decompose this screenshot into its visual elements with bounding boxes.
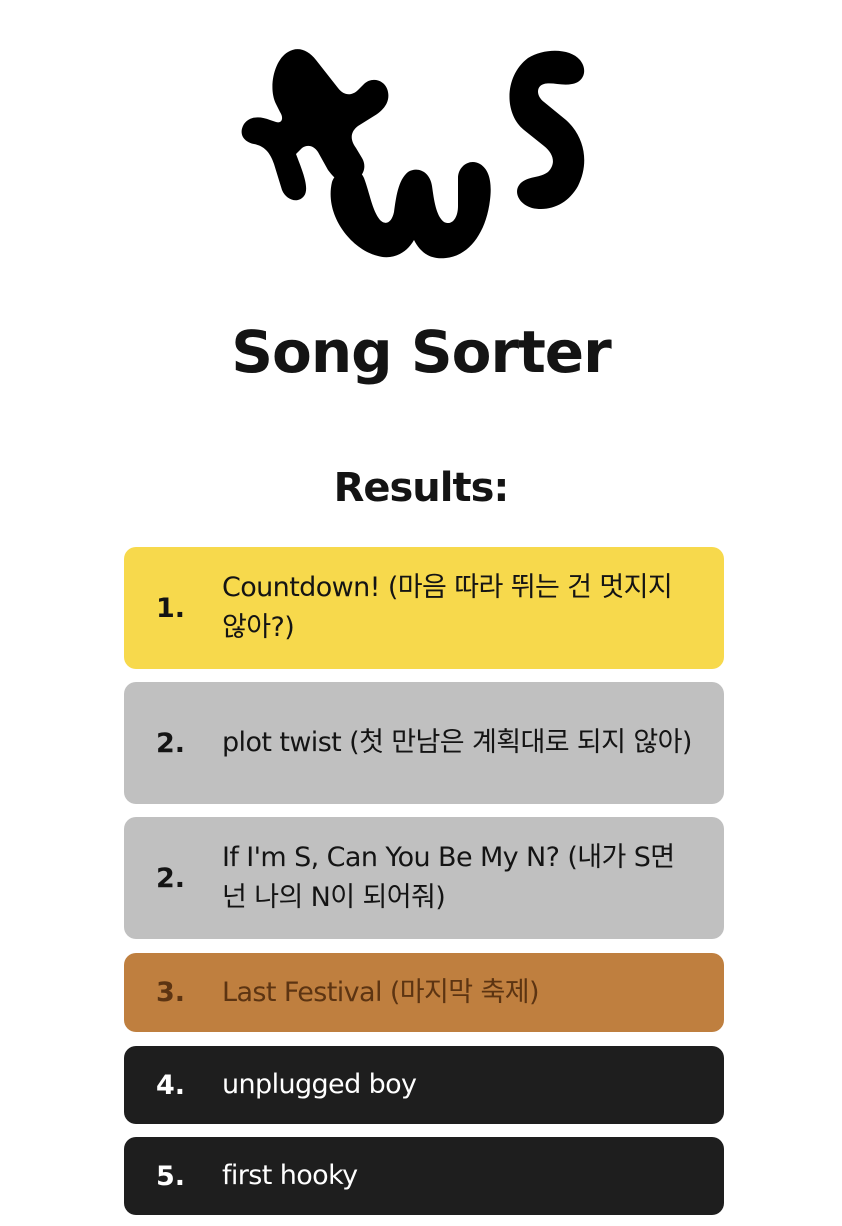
result-song-title: If I'm S, Can You Be My N? (내가 S면 넌 나의 N… [222, 842, 675, 913]
result-song-title: first hooky [222, 1160, 358, 1191]
result-row-5: 4. unplugged boy [124, 1046, 724, 1124]
result-song-title: Last Festival (마지막 축제) [222, 976, 540, 1008]
result-rank: 5. [156, 1160, 186, 1192]
result-rank: 1. [156, 592, 186, 624]
result-row-2: 2. plot twist (첫 만남은 계획대로 되지 않아) [124, 682, 724, 804]
result-row-6: 5. first hooky [124, 1137, 724, 1215]
logo-letter-s [509, 50, 585, 210]
result-song-title: plot twist (첫 만남은 계획대로 되지 않아) [222, 727, 692, 758]
result-rank: 3. [156, 977, 186, 1008]
result-row-1: 1. Countdown! (마음 따라 뛰는 건 멋지지 않아?) [124, 547, 724, 669]
result-rank: 2. [156, 727, 186, 759]
result-rank: 2. [156, 862, 186, 894]
result-song-title: unplugged boy [222, 1069, 417, 1100]
logo-letter-t [241, 49, 389, 201]
result-rank: 4. [156, 1069, 186, 1101]
result-song-title: Countdown! (마음 따라 뛰는 건 멋지지 않아?) [222, 572, 673, 643]
results-heading: Results: [333, 465, 510, 511]
result-row-3: 2. If I'm S, Can You Be My N? (내가 S면 넌 나… [124, 817, 724, 939]
tws-logo [241, 49, 585, 259]
page-title: Song Sorter [231, 318, 612, 386]
logo-letter-w [330, 161, 491, 259]
result-row-4: 3. Last Festival (마지막 축제) [124, 953, 724, 1032]
